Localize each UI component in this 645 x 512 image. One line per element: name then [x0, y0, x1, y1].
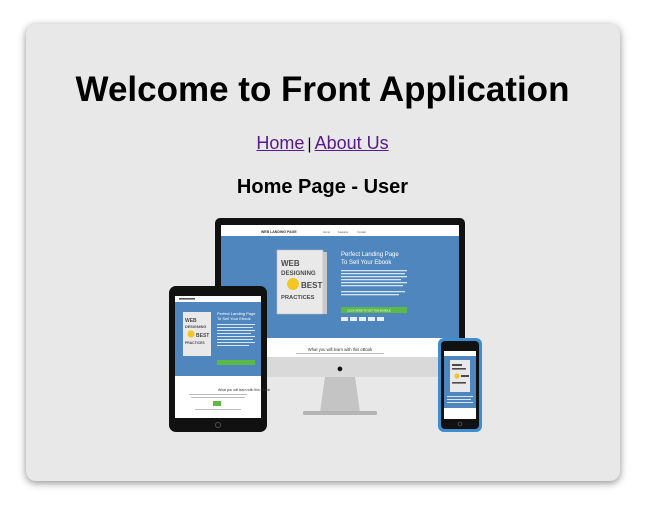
nav-separator: | — [307, 136, 312, 153]
ebook-cover: WEB DESIGNING BEST PRACTICES — [276, 249, 327, 315]
site-nav-item: Home — [323, 230, 330, 234]
apple-logo-icon: ● — [337, 363, 344, 375]
nav-link-about-us[interactable]: About Us — [315, 133, 389, 153]
tablet-book-line3: BEST — [196, 333, 209, 339]
page-subtitle: Home Page - User — [236, 176, 409, 198]
section-heading: What you will learn with this eBook — [308, 347, 373, 352]
phone-device — [438, 338, 482, 432]
main-nav: Home | About Us — [0, 131, 645, 157]
section-text — [296, 353, 384, 354]
tablet-cta-button — [217, 360, 255, 365]
site-nav-item: Contact — [357, 230, 366, 234]
tablet-device: WEB DESIGNING BEST PRACTICES Perfect Lan… — [169, 286, 271, 432]
book-title-line3: BEST — [301, 281, 322, 290]
tablet-book-line1: WEB — [185, 318, 197, 324]
payment-icons — [341, 317, 384, 321]
tablet-book-line4: PRACTICES — [185, 341, 205, 345]
hero-cta-label: CLICK HERE TO GET THIS BUNDLE — [347, 308, 391, 312]
devices-illustration: WEB LANDING PAGE Home Features Contact W… — [169, 218, 482, 432]
site-nav-item: Features — [338, 230, 349, 234]
hero-heading-line2: To Sell Your Ebook — [341, 260, 392, 266]
monitor-stand-base — [303, 411, 377, 415]
tablet-hero-heading-line2: To Sell Your Ebook — [217, 316, 251, 321]
monitor-stand — [320, 377, 360, 412]
nav-link-home[interactable]: Home — [256, 133, 304, 153]
hero-heading-line1: Perfect Landing Page — [341, 252, 399, 258]
hero-body-text — [341, 270, 407, 296]
book-title-line1: WEB — [281, 259, 300, 268]
book-title-line2: DESIGNING — [281, 270, 316, 277]
tablet-book-line2: DESIGNING — [185, 325, 206, 329]
tablet-section-heading: What you will learn with this eBook — [218, 388, 271, 392]
page-title: Welcome to Front Application — [75, 70, 570, 109]
book-title-line4: PRACTICES — [281, 295, 315, 301]
site-name: WEB LANDING PAGE — [261, 230, 297, 234]
responsive-devices-image: WEB LANDING PAGE Home Features Contact W… — [155, 216, 490, 436]
